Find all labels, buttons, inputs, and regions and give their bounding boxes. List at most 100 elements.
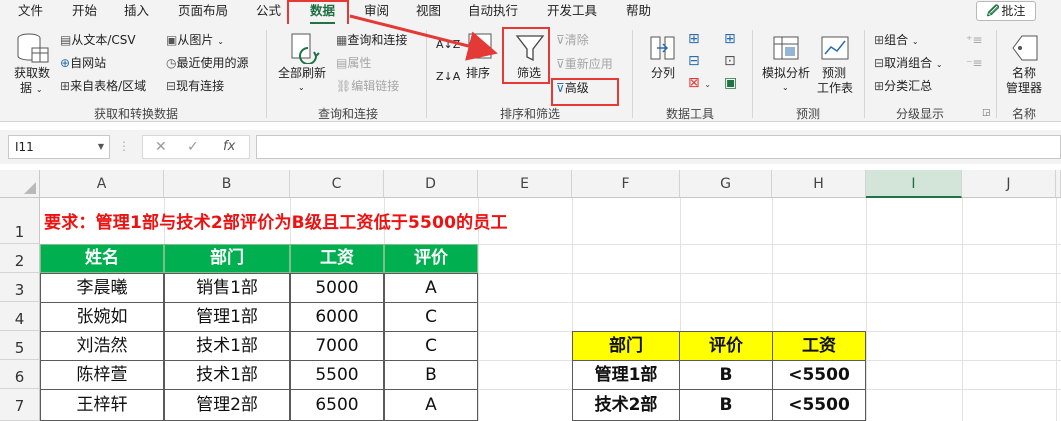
from-picture-button[interactable]: ▣从图片 ⌄ [166, 33, 224, 49]
column-header-h[interactable]: H [772, 170, 866, 198]
table-header-dept[interactable]: 部门 [164, 244, 290, 273]
column-header-a[interactable]: A [40, 170, 164, 198]
row-header-6[interactable]: 6 [0, 360, 40, 389]
criteria-header-rating[interactable]: 评价 [679, 331, 773, 361]
table-cell[interactable]: A [384, 389, 478, 421]
column-header-b[interactable]: B [164, 170, 290, 198]
existing-connections-button[interactable]: ⊟现有连接 [166, 79, 224, 93]
from-web-button[interactable]: ⊕自网站 [60, 56, 106, 70]
what-if-analysis-button[interactable]: 模拟分析 [762, 66, 810, 80]
table-header-name[interactable]: 姓名 [40, 244, 164, 273]
name-box[interactable]: I11 ▼ [8, 135, 110, 159]
tab-developer[interactable]: 开发工具 [547, 0, 597, 24]
table-cell[interactable]: 王梓轩 [40, 389, 164, 421]
row-header-1[interactable]: 1 [0, 198, 40, 244]
criteria-cell[interactable]: 技术2部 [572, 389, 680, 421]
row-header-5[interactable]: 5 [0, 331, 40, 360]
get-data-label-2[interactable]: 据 ⌄ [20, 81, 43, 97]
table-cell[interactable]: 李晨曦 [40, 273, 164, 303]
requirement-text[interactable]: 要求：管理1部与技术2部评价为B级且工资低于5500的员工 [44, 208, 508, 233]
criteria-cell[interactable]: <5500 [772, 389, 866, 421]
what-if-dropdown-icon[interactable]: ⌄ [782, 81, 789, 95]
column-header-f[interactable]: F [572, 170, 680, 198]
from-table-button[interactable]: ⊞来自表格/区域 [60, 79, 146, 93]
recent-sources-button[interactable]: ◷最近使用的源 [166, 56, 249, 70]
name-manager-label-2[interactable]: 管理器 [1006, 81, 1042, 95]
sort-za-icon[interactable]: Z↓A [436, 70, 460, 84]
table-cell[interactable]: C [384, 302, 478, 332]
subtotal-button[interactable]: ⊞分类汇总 [874, 79, 932, 93]
row-header-2[interactable]: 2 [0, 244, 40, 273]
tab-home[interactable]: 开始 [72, 0, 97, 24]
get-data-label-1[interactable]: 获取数 [14, 66, 50, 80]
relationships-icon[interactable]: ⊡ [724, 54, 736, 68]
table-cell[interactable]: B [384, 360, 478, 390]
column-header-j[interactable]: J [962, 170, 1056, 198]
row-header-4[interactable]: 4 [0, 302, 40, 331]
table-cell[interactable]: 技术1部 [164, 360, 290, 390]
table-cell[interactable]: 张婉如 [40, 302, 164, 332]
data-validation-icon[interactable]: ⊠ ⌄ [688, 76, 711, 92]
name-manager-label-1[interactable]: 名称 [1012, 66, 1036, 80]
column-header-d[interactable]: D [384, 170, 478, 198]
table-cell[interactable]: 7000 [290, 331, 384, 361]
sort-button[interactable]: 排序 [466, 66, 490, 80]
column-header-i[interactable]: I [866, 170, 962, 198]
formula-input[interactable] [256, 135, 1061, 159]
table-header-salary[interactable]: 工资 [290, 244, 384, 273]
table-cell[interactable]: 6500 [290, 389, 384, 421]
outline-dialog-launcher-icon[interactable]: ◲ [982, 108, 991, 118]
table-cell[interactable]: C [384, 331, 478, 361]
table-cell[interactable]: A [384, 273, 478, 303]
edit-links-button[interactable]: ⛓编辑链接 [336, 79, 399, 93]
ungroup-button[interactable]: ⊟取消组合 ⌄ [874, 56, 943, 72]
forecast-sheet-label-2[interactable]: 工作表 [817, 81, 853, 95]
from-text-csv-button[interactable]: ▤从文本/CSV [60, 33, 136, 47]
table-header-rating[interactable]: 评价 [384, 244, 478, 273]
cancel-icon[interactable]: ✕ [155, 139, 167, 155]
table-cell[interactable]: 5000 [290, 273, 384, 303]
hide-detail-icon[interactable]: ⁻≡ [966, 56, 982, 70]
row-header-3[interactable]: 3 [0, 273, 40, 302]
remove-duplicates-icon[interactable]: ⊟ [688, 54, 700, 68]
table-cell[interactable]: 陈梓萱 [40, 360, 164, 390]
table-cell[interactable]: 技术1部 [164, 331, 290, 361]
criteria-cell[interactable]: 管理1部 [572, 360, 680, 390]
consolidate-icon[interactable]: ⊞ [724, 32, 736, 46]
refresh-all-button[interactable]: 全部刷新 [278, 66, 326, 80]
tab-file[interactable]: 文件 [18, 0, 43, 24]
name-box-dropdown-icon[interactable]: ▼ [98, 136, 104, 158]
tab-insert[interactable]: 插入 [124, 0, 149, 24]
data-model-icon[interactable]: ▣ [724, 76, 737, 90]
table-cell[interactable]: 刘浩然 [40, 331, 164, 361]
tab-page-layout[interactable]: 页面布局 [178, 0, 228, 24]
criteria-cell[interactable]: B [679, 360, 773, 390]
table-cell[interactable]: 销售1部 [164, 273, 290, 303]
enter-icon[interactable]: ✓ [187, 139, 199, 155]
text-to-columns-button[interactable]: 分列 [651, 66, 675, 80]
row-header-7[interactable]: 7 [0, 389, 40, 421]
fx-icon[interactable]: fx [223, 139, 235, 154]
column-header-k[interactable] [1056, 170, 1061, 198]
criteria-cell[interactable]: B [679, 389, 773, 421]
criteria-header-salary[interactable]: 工资 [772, 331, 866, 361]
clear-filter-button[interactable]: ⊽清除 [556, 33, 589, 47]
criteria-header-dept[interactable]: 部门 [572, 331, 680, 361]
tab-formulas[interactable]: 公式 [256, 0, 281, 24]
select-all-corner[interactable] [0, 170, 40, 198]
forecast-sheet-label-1[interactable]: 预测 [822, 66, 846, 80]
column-header-e[interactable]: E [478, 170, 572, 198]
group-button[interactable]: ⊞组合 ⌄ [874, 33, 919, 49]
table-cell[interactable]: 5500 [290, 360, 384, 390]
tab-help[interactable]: 帮助 [626, 0, 651, 24]
comments-button[interactable]: 🖉 批注 [976, 1, 1036, 21]
column-header-c[interactable]: C [290, 170, 384, 198]
table-cell[interactable]: 管理1部 [164, 302, 290, 332]
criteria-cell[interactable]: <5500 [772, 360, 866, 390]
table-cell[interactable]: 管理2部 [164, 389, 290, 421]
table-cell[interactable]: 6000 [290, 302, 384, 332]
refresh-dropdown-icon[interactable]: ⌄ [298, 81, 305, 95]
show-detail-icon[interactable]: ⁺≡ [966, 33, 982, 47]
reapply-button[interactable]: ⊽重新应用 [556, 57, 613, 71]
column-header-g[interactable]: G [680, 170, 772, 198]
